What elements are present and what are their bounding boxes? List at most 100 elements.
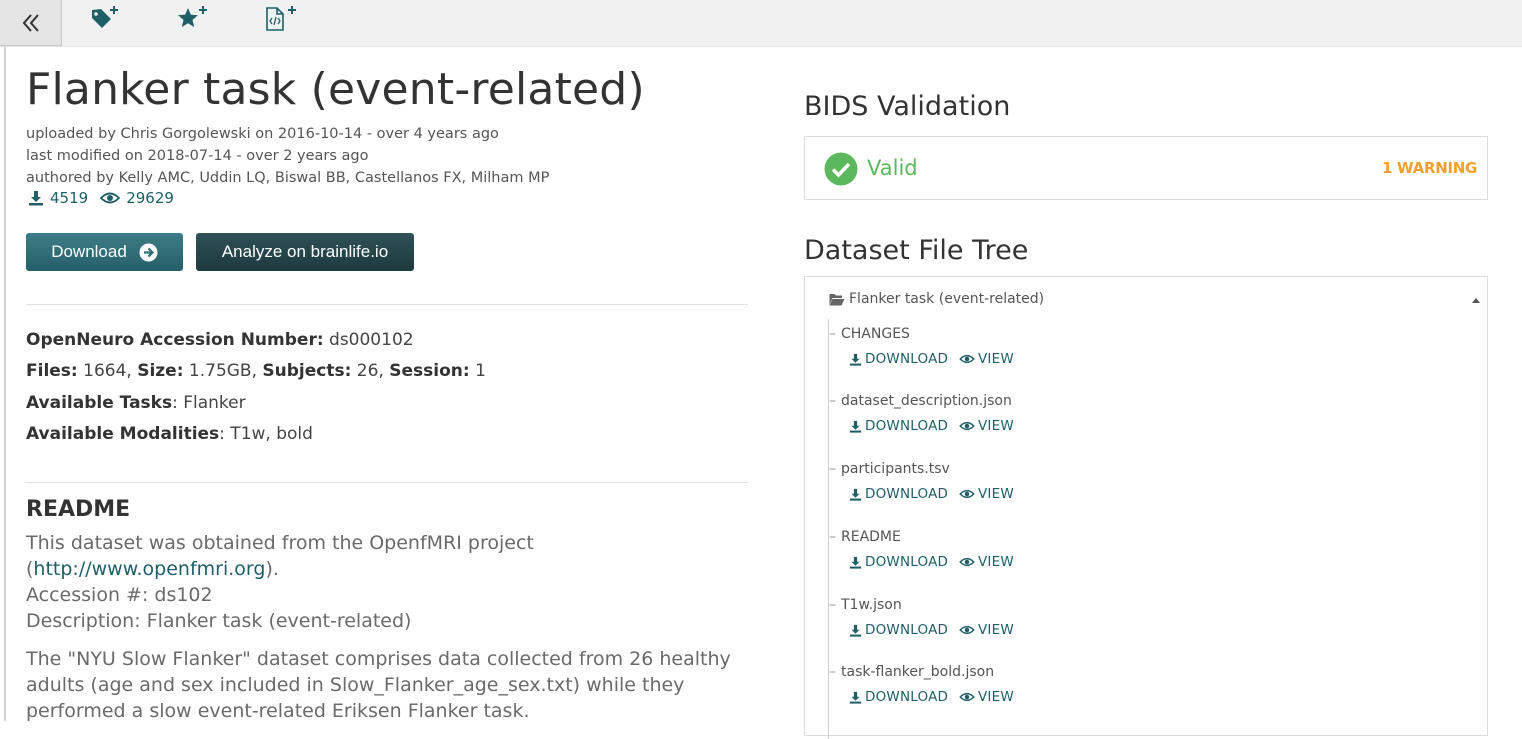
eye-icon <box>959 625 975 635</box>
download-icon <box>849 691 862 704</box>
readme-line: Accession #: ds102 <box>26 584 213 606</box>
download-icon <box>849 556 862 569</box>
readme-line: (http://www.openfmri.org). <box>26 558 279 580</box>
add-code-file-button[interactable] <box>264 4 298 34</box>
warning-count[interactable]: 1 WARNING <box>1382 159 1477 177</box>
eye-icon <box>959 421 975 431</box>
readme-line: The "NYU Slow Flanker" dataset comprises… <box>26 648 731 670</box>
view-label: VIEW <box>978 351 1014 367</box>
eye-icon <box>959 692 975 702</box>
session-value: 1 <box>469 361 486 381</box>
eye-icon <box>959 489 975 499</box>
authored-by-text: authored by Kelly AMC, Uddin LQ, Biswal … <box>26 170 550 186</box>
size-value: 1.75GB, <box>183 361 263 381</box>
file-view-link[interactable]: VIEW <box>959 418 1014 434</box>
view-count-icon <box>100 192 121 204</box>
available-tasks-row: Available Tasks: Flanker <box>26 393 246 413</box>
analyze-brainlife-button[interactable]: Analyze on brainlife.io <box>196 233 414 271</box>
accession-number-row: OpenNeuro Accession Number: ds000102 <box>26 330 414 350</box>
view-label: VIEW <box>978 689 1014 705</box>
download-label: DOWNLOAD <box>865 622 949 638</box>
eye-icon <box>959 354 975 364</box>
download-label: DOWNLOAD <box>865 689 949 705</box>
file-name-text: T1w.json <box>841 597 902 613</box>
arrow-circle-right-icon <box>139 243 158 261</box>
caret-up-icon[interactable] <box>1471 297 1481 303</box>
file-name: – task-flanker_bold.json <box>829 664 995 680</box>
subjects-value: 26, <box>351 361 390 381</box>
readme-line: Description: Flanker task (event-related… <box>26 610 412 632</box>
analyze-button-label: Analyze on brainlife.io <box>221 242 389 261</box>
readme-line: adults (age and sex included in Slow_Fla… <box>26 674 685 696</box>
file-view-link[interactable]: VIEW <box>959 351 1014 367</box>
file-name-text: task-flanker_bold.json <box>841 664 995 680</box>
size-label: Size: <box>137 361 184 381</box>
file-tree-heading: Dataset File Tree <box>804 235 1029 266</box>
accession-label: OpenNeuro Accession Number: <box>26 330 324 350</box>
file-view-link[interactable]: VIEW <box>959 689 1014 705</box>
validation-status: Valid <box>867 156 918 180</box>
file-tree-root[interactable]: Flanker task (event-related) <box>829 291 1044 307</box>
file-name: – CHANGES <box>829 326 910 342</box>
readme-line: performed a slow event-related Eriksen F… <box>26 700 530 722</box>
folder-open-icon <box>829 293 845 305</box>
file-download-link[interactable]: DOWNLOAD <box>849 486 948 502</box>
file-tree-item: – dataset_description.json DOWNLOAD VIEW <box>829 393 1429 453</box>
paren-close: ). <box>265 558 279 580</box>
files-label: Files: <box>26 361 78 381</box>
collapse-sidebar-button[interactable] <box>0 0 62 46</box>
file-name-text: CHANGES <box>841 326 910 342</box>
file-tree-root-label: Flanker task (event-related) <box>849 291 1045 307</box>
files-summary-row: Files: 1664, Size: 1.75GB, Subjects: 26,… <box>26 361 486 381</box>
available-modalities-row: Available Modalities: T1w, bold <box>26 424 313 444</box>
validation-status-panel[interactable]: Valid 1 WARNING <box>804 136 1488 200</box>
download-label: DOWNLOAD <box>865 554 949 570</box>
download-count: 4519 <box>50 189 89 207</box>
follow-star-button[interactable] <box>177 4 211 34</box>
tasks-label: Available Tasks <box>26 393 173 413</box>
content-left-border <box>4 46 6 721</box>
view-label: VIEW <box>978 486 1014 502</box>
download-label: DOWNLOAD <box>865 351 949 367</box>
last-modified-text: last modified on 2018-07-14 - over 2 yea… <box>26 148 369 164</box>
download-button-label: Download <box>51 242 127 261</box>
tag-plus-icon <box>92 6 118 28</box>
file-tree-item: – T1w.json DOWNLOAD VIEW <box>829 597 1429 657</box>
modalities-value: : T1w, bold <box>219 424 313 444</box>
file-download-link[interactable]: DOWNLOAD <box>849 554 948 570</box>
view-count: 29629 <box>126 189 174 207</box>
file-tree-item: – participants.tsv DOWNLOAD VIEW <box>829 461 1429 521</box>
code-file-plus-icon <box>266 6 296 31</box>
files-value: 1664, <box>77 361 138 381</box>
file-name-text: README <box>841 529 901 545</box>
top-toolbar <box>0 0 1522 47</box>
download-icon <box>849 353 862 366</box>
view-label: VIEW <box>978 554 1014 570</box>
add-tag-button[interactable] <box>90 4 124 34</box>
file-view-link[interactable]: VIEW <box>959 622 1014 638</box>
subjects-label: Subjects: <box>262 361 352 381</box>
tasks-value: : Flanker <box>172 393 246 413</box>
openfmri-link[interactable]: http://www.openfmri.org <box>33 558 265 580</box>
dataset-stats: 4519 29629 <box>28 189 174 207</box>
download-label: DOWNLOAD <box>865 486 949 502</box>
file-name-text: participants.tsv <box>841 461 950 477</box>
file-view-link[interactable]: VIEW <box>959 554 1014 570</box>
star-plus-icon <box>178 6 207 27</box>
file-download-link[interactable]: DOWNLOAD <box>849 351 948 367</box>
divider <box>26 482 748 483</box>
download-icon <box>849 488 862 501</box>
dataset-title: Flanker task (event-related) <box>26 64 645 115</box>
file-view-link[interactable]: VIEW <box>959 486 1014 502</box>
modalities-label: Available Modalities <box>26 424 220 444</box>
download-icon <box>849 420 862 433</box>
file-download-link[interactable]: DOWNLOAD <box>849 418 948 434</box>
download-button[interactable]: Download <box>26 233 183 271</box>
file-download-link[interactable]: DOWNLOAD <box>849 689 948 705</box>
uploaded-by-text: uploaded by Chris Gorgolewski on 2016-10… <box>26 126 499 142</box>
file-name: – T1w.json <box>829 597 902 613</box>
file-tree-panel: Flanker task (event-related) – CHANGES DO… <box>804 276 1488 739</box>
file-download-link[interactable]: DOWNLOAD <box>849 622 948 638</box>
file-name: – README <box>829 529 901 545</box>
readme-heading: README <box>26 497 131 522</box>
